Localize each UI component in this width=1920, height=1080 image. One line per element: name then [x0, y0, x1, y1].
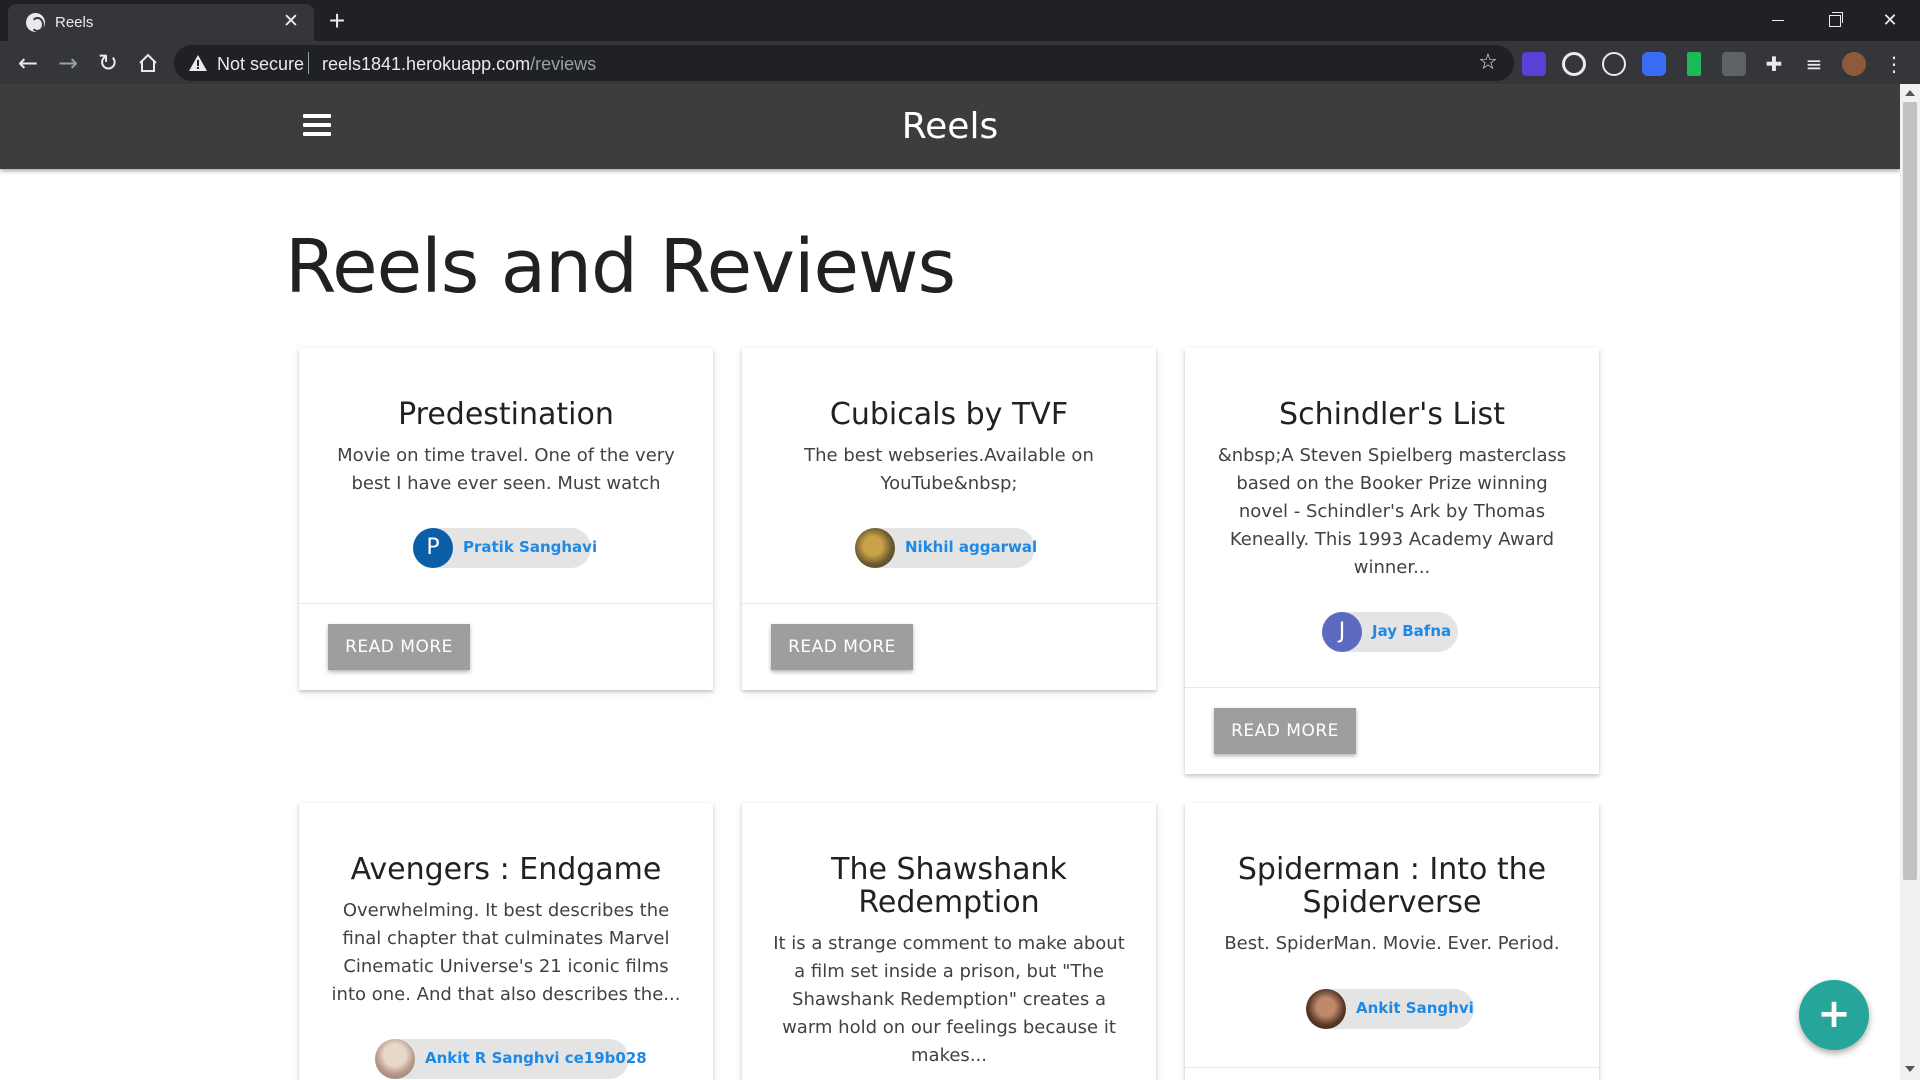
- restore-window-button[interactable]: [1812, 5, 1856, 35]
- warning-icon: [189, 55, 207, 71]
- author-name: Nikhil aggarwal: [905, 538, 1038, 556]
- browser-tab-strip: Reels ✕ + ✕: [0, 0, 1920, 41]
- extension-green-icon[interactable]: [1687, 52, 1701, 76]
- card-description: &nbsp;A Steven Spielberg masterclass bas…: [1217, 445, 1567, 578]
- extension-target-icon[interactable]: [1562, 52, 1586, 76]
- card-divider: [299, 603, 713, 604]
- review-card: Spiderman : Into the Spiderverse Best. S…: [1185, 803, 1599, 1080]
- page-title: Reels and Reviews: [285, 224, 956, 310]
- card-title: Avengers : Endgame: [350, 852, 662, 887]
- extension-react-icon[interactable]: [1602, 52, 1626, 76]
- avatar: P: [413, 528, 453, 568]
- bookmark-star-icon[interactable]: ☆: [1474, 49, 1502, 77]
- card-title: Schindler's List: [1279, 397, 1505, 432]
- author-chip[interactable]: Ankit Sanghvi: [1306, 989, 1474, 1029]
- app-header: Reels: [0, 84, 1900, 169]
- review-card: Avengers : Endgame Overwhelming. It best…: [299, 803, 713, 1080]
- author-name: Ankit R Sanghvi ce19b028: [425, 1049, 647, 1067]
- avatar: [1306, 989, 1346, 1029]
- card-description: Overwhelming. It best describes the fina…: [331, 900, 681, 1005]
- card-title: Cubicals by TVF: [829, 397, 1069, 432]
- brand-title[interactable]: Reels: [0, 106, 1900, 147]
- author-chip[interactable]: J Jay Bafna: [1322, 612, 1458, 652]
- card-title: The Shawshank Redemption: [831, 852, 1067, 920]
- card-divider: [1185, 687, 1599, 688]
- tab-title: Reels: [55, 14, 94, 31]
- url-path: /reviews: [530, 54, 597, 74]
- card-description: Best. SpiderMan. Movie. Ever. Period.: [1224, 933, 1560, 954]
- author-chip[interactable]: P Pratik Sanghavi: [413, 528, 597, 568]
- author-chip[interactable]: Nikhil aggarwal: [855, 528, 1038, 568]
- card-title: Spiderman : Into the Spiderverse: [1237, 852, 1547, 920]
- card-description: Movie on time travel. One of the very be…: [337, 445, 675, 494]
- author-name: Ankit Sanghvi: [1356, 999, 1474, 1017]
- address-bar[interactable]: Not secure reels1841.herokuapp.com/revie…: [174, 45, 1514, 81]
- avatar: [375, 1039, 415, 1079]
- url-text[interactable]: reels1841.herokuapp.com/reviews: [322, 54, 596, 75]
- browser-tab[interactable]: Reels ✕: [8, 4, 314, 41]
- add-review-button[interactable]: +: [1799, 980, 1869, 1050]
- author-name: Pratik Sanghavi: [463, 538, 598, 556]
- security-label[interactable]: Not secure: [217, 54, 304, 75]
- media-control-icon[interactable]: ≡: [1802, 52, 1826, 76]
- extensions-puzzle-icon[interactable]: ✚: [1762, 52, 1786, 76]
- author-chip[interactable]: Ankit R Sanghvi ce19b028: [375, 1039, 647, 1079]
- read-more-button[interactable]: READ MORE: [1214, 708, 1356, 754]
- new-tab-button[interactable]: +: [322, 6, 352, 36]
- card-description: The best webseries.Available on YouTube&…: [804, 445, 1094, 494]
- scrollbar-thumb[interactable]: [1903, 102, 1917, 880]
- review-card: The Shawshank Redemption It is a strange…: [742, 803, 1156, 1080]
- card-title: Predestination: [398, 397, 614, 432]
- review-card: Cubicals by TVF The best webseries.Avail…: [742, 348, 1156, 690]
- url-host: reels1841.herokuapp.com: [322, 54, 531, 74]
- browser-toolbar: ← → ↻ Not secure reels1841.herokuapp.com…: [0, 41, 1920, 84]
- review-card: Predestination Movie on time travel. One…: [299, 348, 713, 690]
- browser-menu-icon[interactable]: ⋮: [1882, 52, 1906, 76]
- card-divider: [1185, 1067, 1599, 1068]
- read-more-button[interactable]: READ MORE: [328, 624, 470, 670]
- close-window-button[interactable]: ✕: [1868, 5, 1912, 35]
- extension-screen-icon[interactable]: [1522, 52, 1546, 76]
- extension-shield-icon[interactable]: [1642, 52, 1666, 76]
- profile-avatar[interactable]: [1842, 52, 1866, 76]
- card-divider: [742, 603, 1156, 604]
- scroll-down-arrow-icon[interactable]: [1905, 1066, 1915, 1072]
- avatar: J: [1322, 612, 1362, 652]
- minimize-window-button[interactable]: [1755, 5, 1799, 35]
- card-description: It is a strange comment to make about a …: [773, 933, 1125, 1066]
- home-icon[interactable]: [132, 47, 164, 79]
- reload-icon[interactable]: ↻: [92, 47, 124, 79]
- page-viewport: Reels Reels and Reviews Predestination M…: [0, 84, 1900, 1080]
- forward-arrow-icon[interactable]: →: [52, 47, 84, 79]
- review-card: Schindler's List &nbsp;A Steven Spielber…: [1185, 348, 1599, 774]
- author-name: Jay Bafna: [1372, 622, 1452, 640]
- back-arrow-icon[interactable]: ←: [12, 47, 44, 79]
- avatar: [855, 528, 895, 568]
- read-more-button[interactable]: READ MORE: [771, 624, 913, 670]
- page-scrollbar[interactable]: [1900, 84, 1920, 1080]
- tab-close-icon[interactable]: ✕: [280, 11, 302, 33]
- url-divider: [308, 52, 309, 74]
- extension-chat-icon[interactable]: [1722, 52, 1746, 76]
- globe-icon: [26, 13, 45, 32]
- scroll-up-arrow-icon[interactable]: [1905, 90, 1915, 96]
